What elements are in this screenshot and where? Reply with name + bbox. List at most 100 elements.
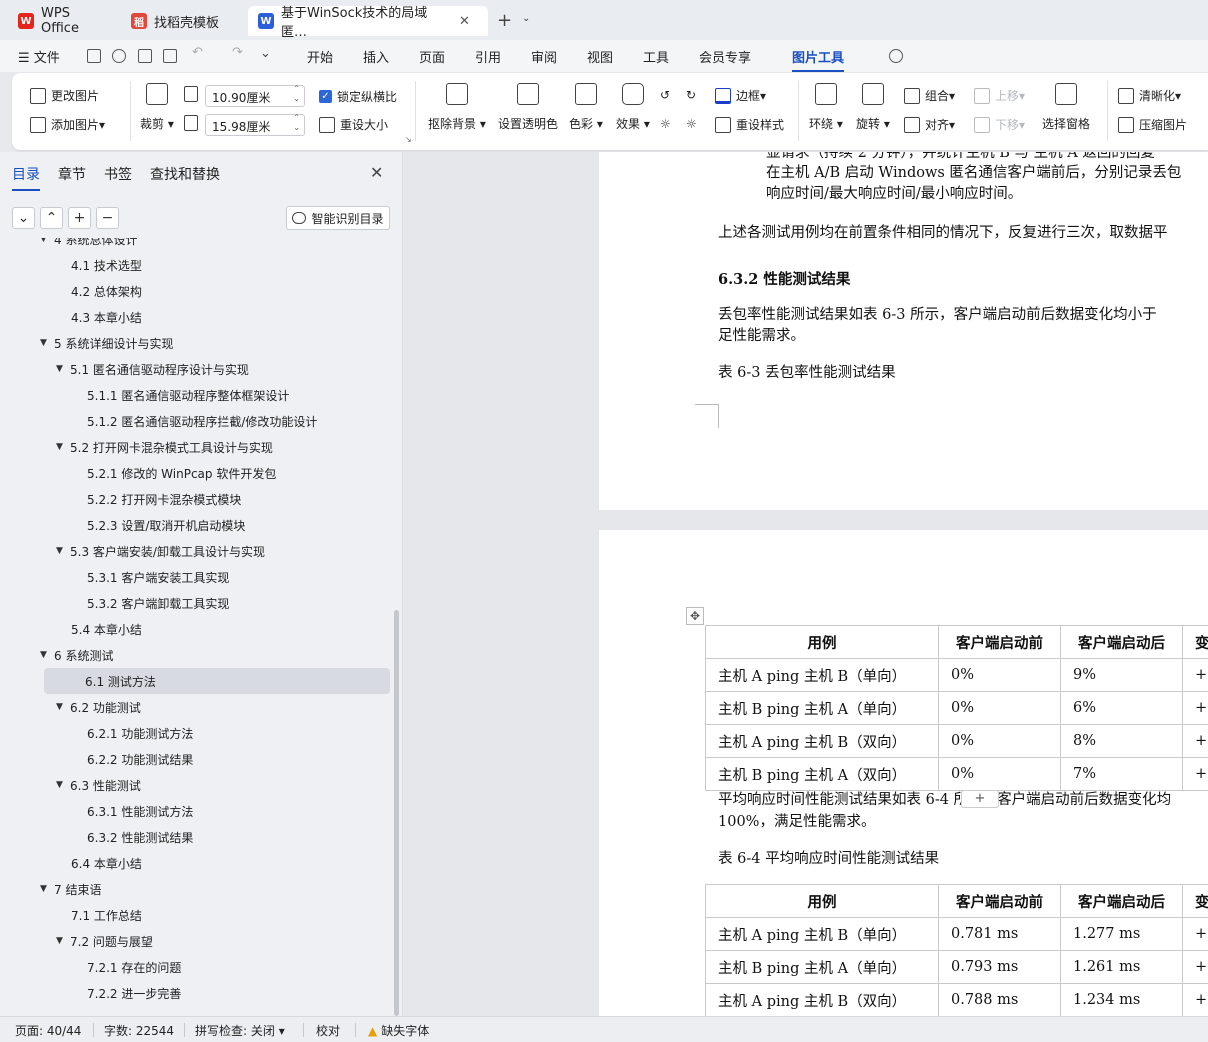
expand-toggle-icon[interactable]: ▼ — [40, 884, 54, 894]
toc-item[interactable]: 6.4 本章小结 — [56, 850, 142, 876]
table-cell[interactable]: 主机 B ping 主机 A（单向） — [705, 950, 939, 984]
add-picture-button[interactable]: 添加图片 ▾ — [30, 116, 105, 133]
file-menu[interactable]: ☰ 文件 — [18, 47, 60, 66]
nav-scrollbar[interactable] — [394, 610, 399, 1016]
expand-toggle-icon[interactable]: ▼ — [56, 702, 70, 712]
toc-item[interactable]: 7.1 工作总结 — [56, 902, 142, 928]
menu-picture-tools[interactable]: 图片工具 — [792, 47, 845, 72]
nav-tab-toc[interactable]: 目录 — [12, 164, 40, 191]
close-icon[interactable]: ✕ — [370, 163, 383, 182]
table-cell[interactable]: +5 — [1182, 983, 1208, 1016]
toc-item[interactable]: 7.2.2 进一步完善 — [72, 980, 181, 1006]
dialog-launcher-icon[interactable]: ↘ — [405, 135, 412, 144]
toc-item[interactable]: 4.3 本章小结 — [56, 304, 142, 330]
rotate-left-icon[interactable]: ↺ — [660, 88, 670, 102]
toc-item[interactable]: 5.3.1 客户端安装工具实现 — [72, 564, 229, 590]
toc-item[interactable]: 4.2 总体架构 — [56, 278, 142, 304]
toc-item[interactable]: 5.2.2 打开网卡混杂模式模块 — [72, 486, 241, 512]
table-cell[interactable]: 主机 A ping 主机 B（双向） — [705, 724, 939, 758]
group-button[interactable]: 组合 ▾ — [904, 87, 955, 104]
toc-item[interactable]: ▼ 6.3 性能测试 — [56, 772, 141, 798]
table-cell[interactable]: +6 — [1182, 917, 1208, 951]
toc-item[interactable]: ▼ 7.2 问题与展望 — [56, 928, 153, 954]
table-cell[interactable]: +8 — [1182, 724, 1208, 758]
menu-member[interactable]: 会员专享 — [699, 47, 751, 66]
search-icon[interactable] — [889, 49, 903, 63]
table-cell[interactable]: +6 — [1182, 691, 1208, 725]
reset-style-button[interactable]: 重设样式 — [715, 116, 784, 133]
print-icon[interactable] — [138, 49, 152, 63]
table-cell[interactable]: 7% — [1060, 757, 1183, 791]
table-cell[interactable]: 0.781 ms — [938, 917, 1061, 951]
menu-tools[interactable]: 工具 — [643, 47, 669, 66]
remove-background-button[interactable]: 抠除背景 ▾ — [428, 83, 486, 132]
tab-wps-office[interactable]: W WPS Office — [8, 6, 118, 36]
toc-item[interactable]: ▼ 6 系统测试 — [40, 642, 113, 668]
toc-item[interactable]: ▼ 6.2 功能测试 — [56, 694, 141, 720]
tab-docer-templates[interactable]: 稻 找稻壳模板 — [121, 6, 243, 36]
expand-toggle-icon[interactable]: ▼ — [56, 364, 70, 374]
nav-tab-bookmarks[interactable]: 书签 — [104, 164, 132, 184]
table-cell[interactable]: 0% — [938, 691, 1061, 725]
expand-toggle-icon[interactable]: ▼ — [40, 338, 54, 348]
toc-item[interactable]: ▼ 4 系统总体设计 — [40, 238, 137, 252]
table-cell[interactable]: 0% — [938, 658, 1061, 692]
toc-item[interactable]: 5.4 本章小结 — [56, 616, 142, 642]
save-icon[interactable] — [87, 49, 101, 63]
missing-font-button[interactable]: ▲ 缺失字体 — [368, 1022, 429, 1039]
effect-button[interactable]: 效果 ▾ — [616, 83, 650, 132]
expand-toggle-icon[interactable]: ▼ — [40, 238, 54, 244]
sharpen-button[interactable]: 清晰化 ▾ — [1118, 87, 1181, 104]
rotate-button[interactable]: 旋转 ▾ — [856, 83, 890, 132]
collapse-up-button[interactable]: ⌃ — [40, 207, 63, 229]
table-cell[interactable]: 1.277 ms — [1060, 917, 1183, 951]
change-picture-button[interactable]: 更改图片 — [30, 87, 99, 104]
menu-insert[interactable]: 插入 — [363, 47, 389, 66]
width-input[interactable]: 10.90厘米 — [205, 84, 305, 107]
table-cell[interactable]: 主机 B ping 主机 A（双向） — [705, 757, 939, 791]
height-input[interactable]: 15.98厘米 — [205, 113, 305, 136]
menu-view[interactable]: 视图 — [587, 47, 613, 66]
table-cell[interactable]: 0.793 ms — [938, 950, 1061, 984]
tab-document[interactable]: W 基于WinSock技术的局域匿… ✕ — [248, 6, 488, 40]
crop-button[interactable]: 裁剪 ▾ — [140, 83, 174, 132]
toc-item[interactable]: 5.3.2 客户端卸载工具实现 — [72, 590, 229, 616]
color-button[interactable]: 色彩 ▾ — [569, 83, 603, 132]
add-heading-button[interactable]: + — [68, 207, 91, 229]
lock-ratio-checkbox[interactable]: ✓ 锁定纵横比 — [319, 88, 397, 105]
toc-item[interactable]: 6.3.1 性能测试方法 — [72, 798, 193, 824]
set-transparent-button[interactable]: 设置透明色 — [498, 83, 558, 132]
menu-review[interactable]: 审阅 — [531, 47, 557, 66]
link-icon[interactable] — [112, 49, 126, 63]
toc-item[interactable]: 7.2.1 存在的问题 — [72, 954, 181, 980]
word-count[interactable]: 字数: 22544 — [104, 1022, 174, 1039]
table-cell[interactable]: 主机 A ping 主机 B（双向） — [705, 983, 939, 1016]
table-cell[interactable]: 1.261 ms — [1060, 950, 1183, 984]
table-cell[interactable]: 8% — [1060, 724, 1183, 758]
table-cell[interactable]: 主机 B ping 主机 A（单向） — [705, 691, 939, 725]
border-button[interactable]: 边框 ▾ — [715, 87, 766, 104]
brightness-icon[interactable]: ☼ — [660, 117, 671, 131]
toc-item[interactable]: 4.1 技术选型 — [56, 252, 142, 278]
toc-item[interactable]: 6.2.1 功能测试方法 — [72, 720, 193, 746]
table-cell[interactable]: 1.234 ms — [1060, 983, 1183, 1016]
nav-tab-chapters[interactable]: 章节 — [58, 164, 86, 184]
table-cell[interactable]: 主机 A ping 主机 B（单向） — [705, 658, 939, 692]
toc-item[interactable]: ▼ 5.1 匿名通信驱动程序设计与实现 — [56, 356, 249, 382]
table-cell[interactable]: 0.788 ms — [938, 983, 1061, 1016]
compress-picture-button[interactable]: 压缩图片 — [1118, 116, 1187, 133]
chevron-down-icon[interactable]: ⌄ — [522, 13, 530, 24]
select-pane-button[interactable]: 选择窗格 — [1042, 83, 1090, 132]
toc-item[interactable]: 6.3.2 性能测试结果 — [72, 824, 193, 850]
toc-item[interactable]: ▼ 7 结束语 — [40, 876, 101, 902]
expand-toggle-icon[interactable]: ▼ — [56, 780, 70, 790]
wrap-button[interactable]: 环绕 ▾ — [809, 83, 843, 132]
redo-icon[interactable]: ↷ — [232, 45, 243, 60]
menu-references[interactable]: 引用 — [475, 47, 501, 66]
table-cell[interactable]: 9% — [1060, 658, 1183, 692]
table-cell[interactable]: +7 — [1182, 757, 1208, 791]
toc-item[interactable]: ▼ 5.3 客户端安装/卸载工具设计与实现 — [56, 538, 265, 564]
remove-heading-button[interactable]: − — [96, 207, 119, 229]
expand-toggle-icon[interactable]: ▼ — [56, 936, 70, 946]
page-count[interactable]: 页面: 40/44 — [15, 1022, 81, 1039]
